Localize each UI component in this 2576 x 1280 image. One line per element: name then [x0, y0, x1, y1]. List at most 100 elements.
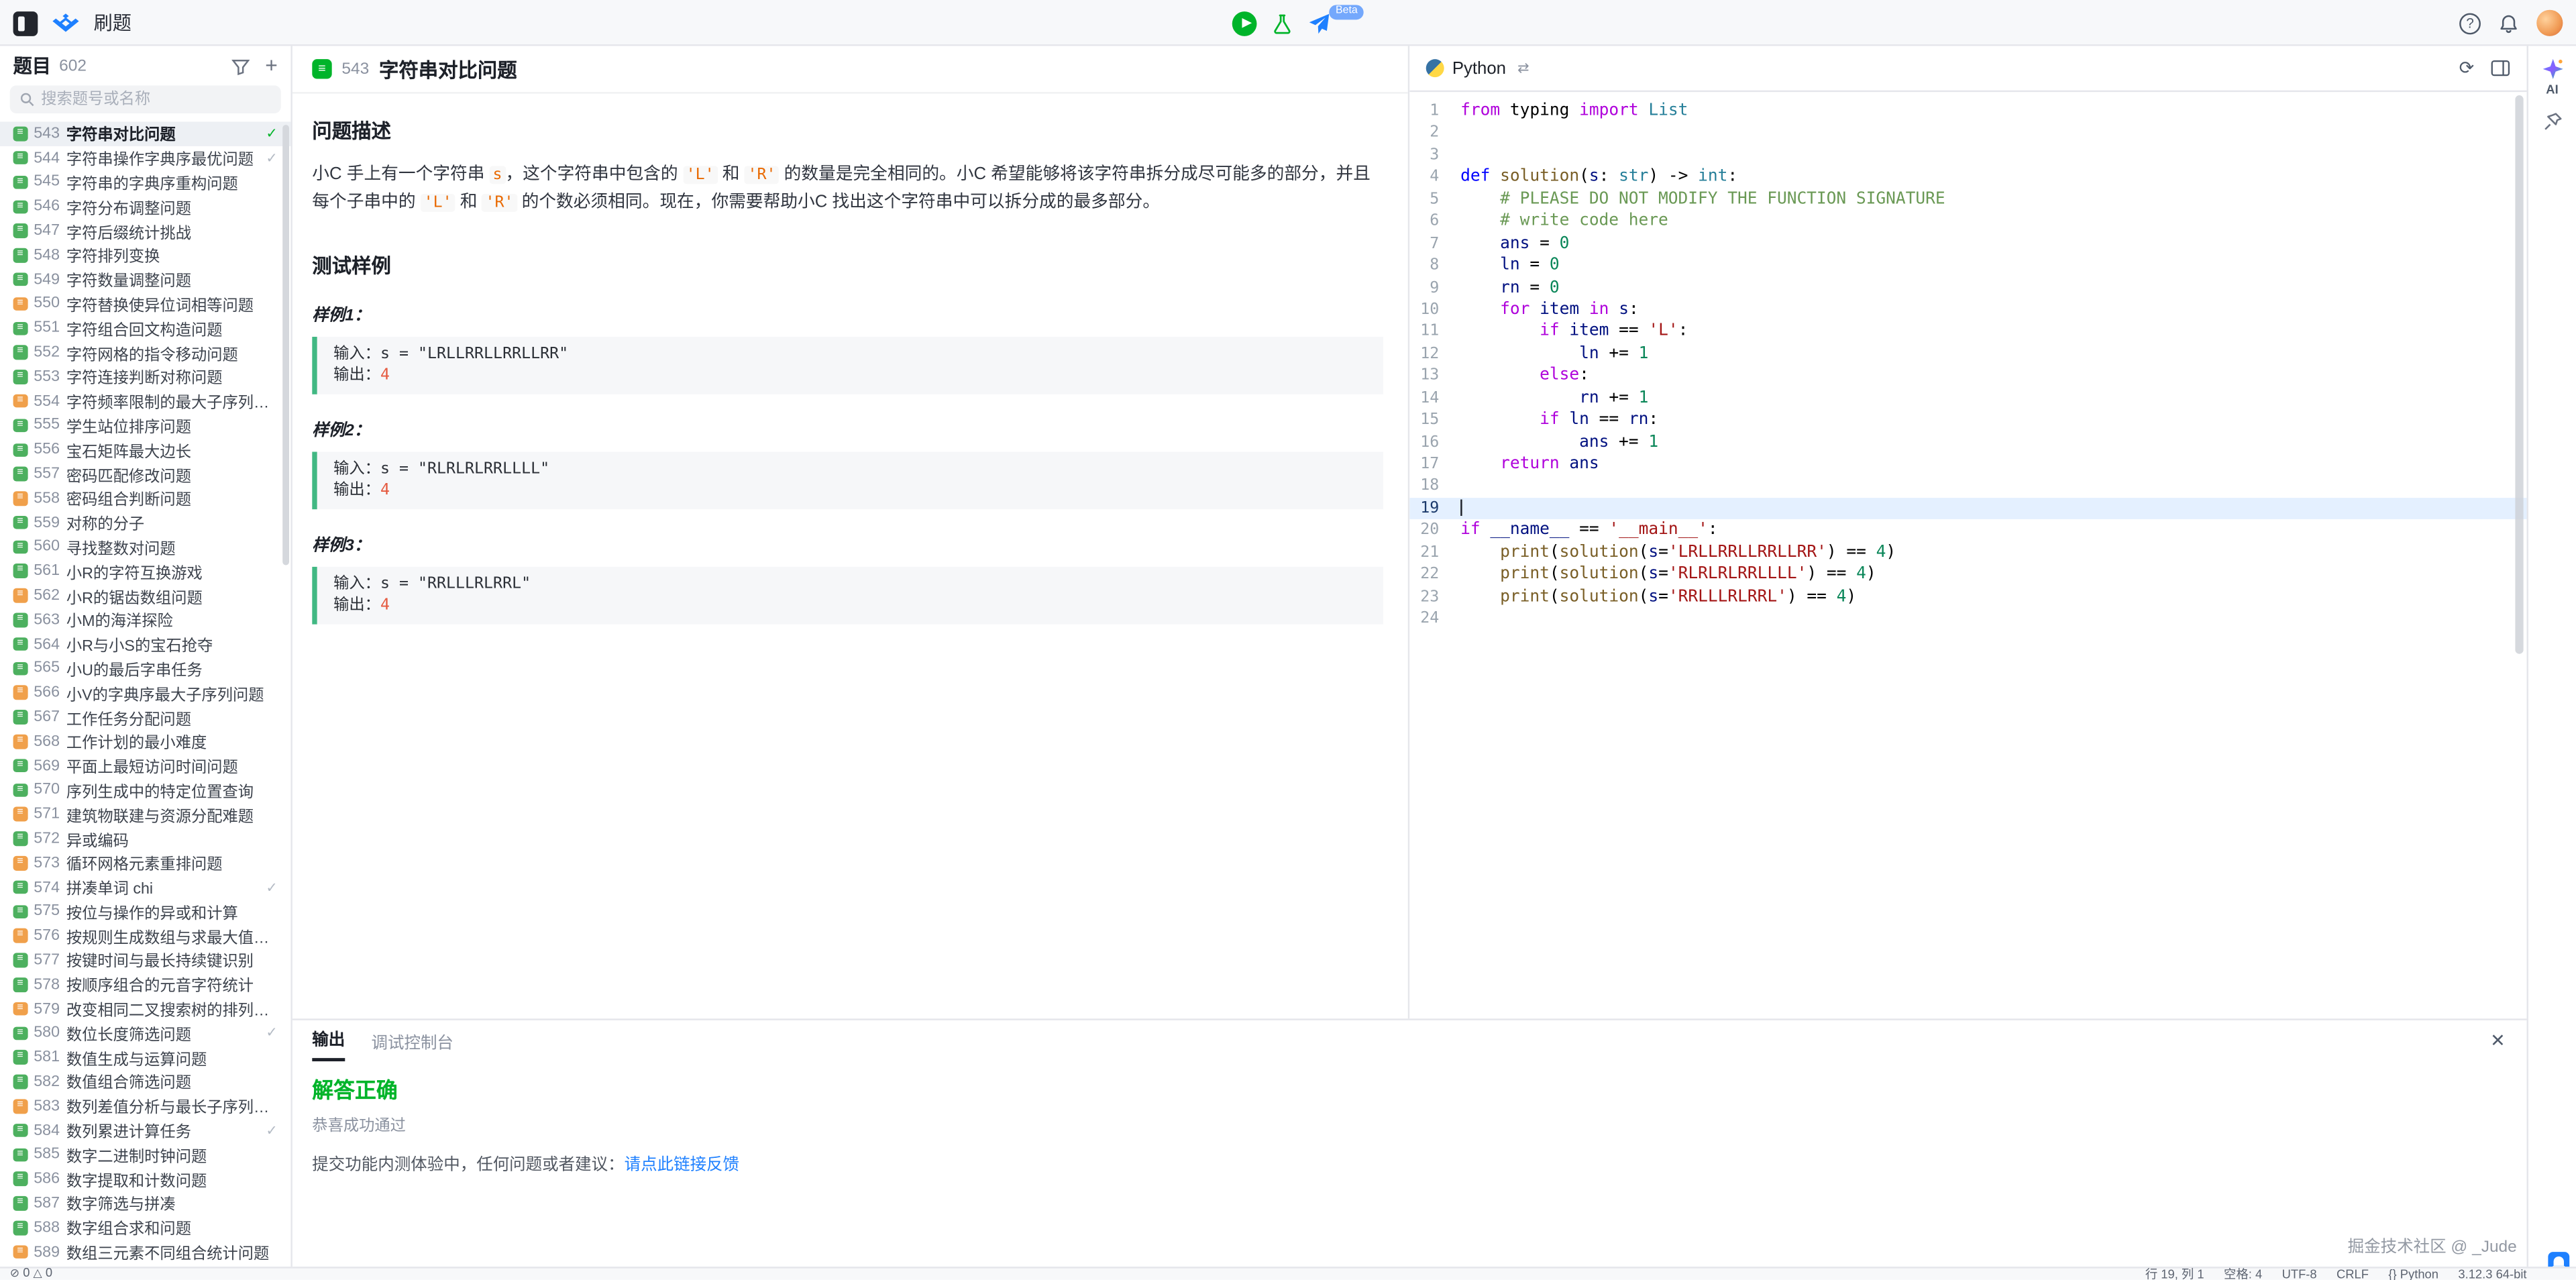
list-item-565[interactable]: ≡565小U的最后字串任务 [0, 656, 290, 680]
code-line-16[interactable]: 16 ans += 1 [1409, 431, 2526, 454]
filter-icon[interactable] [232, 56, 250, 74]
code-line-10[interactable]: 10 for item in s: [1409, 299, 2526, 321]
tab-output[interactable]: 输出 [312, 1018, 345, 1061]
help-icon[interactable]: ? [2459, 12, 2481, 34]
list-item-576[interactable]: ≡576按规则生成数组与求最大值问题 [0, 924, 290, 948]
list-item-545[interactable]: ≡545字符串的字典序重构问题 [0, 170, 290, 195]
add-icon[interactable]: + [265, 58, 278, 74]
code-line-7[interactable]: 7 ans = 0 [1409, 233, 2526, 255]
language-mode[interactable]: {} Python [2388, 1267, 2438, 1280]
code-line-1[interactable]: 1from typing import List [1409, 100, 2526, 122]
cursor-position[interactable]: 行 19, 列 1 [2145, 1267, 2204, 1280]
list-item-569[interactable]: ≡569平面上最短访问时间问题 [0, 753, 290, 778]
list-item-577[interactable]: ≡577按键时间与最长持续键识别 [0, 948, 290, 972]
problems-indicator[interactable]: ⊘ 0 △ 0 [10, 1267, 52, 1280]
code-line-19[interactable]: 19 [1409, 498, 2526, 520]
list-item-589[interactable]: ≡589数组三元素不同组合统计问题 [0, 1240, 290, 1264]
code-line-23[interactable]: 23 print(solution(s='RRLLLRLRRL') == 4) [1409, 586, 2526, 608]
list-item-568[interactable]: ≡568工作计划的最小难度 [0, 729, 290, 753]
list-item-572[interactable]: ≡572异或编码 [0, 826, 290, 851]
code-line-3[interactable]: 3 [1409, 144, 2526, 166]
list-item-544[interactable]: ≡544字符串操作字典序最优问题✓ [0, 146, 290, 170]
list-item-571[interactable]: ≡571建筑物联建与资源分配难题 [0, 802, 290, 826]
list-item-555[interactable]: ≡555学生站位排序问题 [0, 413, 290, 437]
list-item-557[interactable]: ≡557密码匹配修改问题 [0, 462, 290, 486]
indent-setting[interactable]: 空格: 4 [2224, 1267, 2262, 1280]
list-item-562[interactable]: ≡562小R的锯齿数组问题 [0, 584, 290, 608]
code-line-4[interactable]: 4def solution(s: str) -> int: [1409, 166, 2526, 189]
language-tab[interactable]: Python [1452, 58, 1506, 78]
list-item-579[interactable]: ≡579改变相同二叉搜索树的排列方案数 [0, 997, 290, 1021]
list-item-583[interactable]: ≡583数列差值分析与最长子序列问题 [0, 1094, 290, 1118]
list-item-548[interactable]: ≡548字符排列变换 [0, 243, 290, 267]
code-line-20[interactable]: 20if __name__ == '__main__': [1409, 520, 2526, 542]
list-item-553[interactable]: ≡553字符连接判断对称问题 [0, 365, 290, 389]
code-line-18[interactable]: 18 [1409, 476, 2526, 498]
feedback-link[interactable]: 请点此链接反馈 [625, 1157, 739, 1175]
code-line-17[interactable]: 17 return ans [1409, 454, 2526, 476]
list-item-560[interactable]: ≡560寻找整数对问题 [0, 535, 290, 559]
code-line-15[interactable]: 15 if ln == rn: [1409, 409, 2526, 431]
list-item-588[interactable]: ≡588数字组合求和问题 [0, 1216, 290, 1240]
list-item-546[interactable]: ≡546字符分布调整问题 [0, 195, 290, 219]
list-item-587[interactable]: ≡587数字筛选与拼凑 [0, 1191, 290, 1216]
list-item-561[interactable]: ≡561小R的字符互换游戏 [0, 559, 290, 583]
editor-scrollbar[interactable] [2515, 95, 2523, 654]
tab-debug-console[interactable]: 调试控制台 [371, 1022, 453, 1061]
code-line-21[interactable]: 21 print(solution(s='LRLLRRLLRRLLRR') ==… [1409, 542, 2526, 564]
search-box[interactable] [10, 85, 281, 113]
list-item-584[interactable]: ≡584数列累进计算任务✓ [0, 1118, 290, 1142]
flask-icon[interactable] [1272, 12, 1293, 34]
list-item-585[interactable]: ≡585数字二进制时钟问题 [0, 1142, 290, 1167]
close-icon[interactable]: ✕ [2490, 1030, 2506, 1052]
list-item-566[interactable]: ≡566小V的字典序最大子序列问题 [0, 681, 290, 705]
list-item-581[interactable]: ≡581数值生成与运算问题 [0, 1045, 290, 1069]
list-item-580[interactable]: ≡580数位长度筛选问题✓ [0, 1021, 290, 1045]
list-item-575[interactable]: ≡575按位与操作的异或和计算 [0, 900, 290, 924]
code-line-8[interactable]: 8 ln = 0 [1409, 255, 2526, 277]
list-item-554[interactable]: ≡554字符频率限制的最大子序列问题 [0, 389, 290, 413]
code-line-22[interactable]: 22 print(solution(s='RLRLRLRRLLLL') == 4… [1409, 564, 2526, 586]
list-item-559[interactable]: ≡559对称的分子 [0, 511, 290, 535]
search-input[interactable] [41, 91, 271, 109]
list-item-549[interactable]: ≡549字符数量调整问题 [0, 268, 290, 292]
list-item-556[interactable]: ≡556宝石矩阵最大边长 [0, 437, 290, 462]
list-item-543[interactable]: ≡543字符串对比问题✓ [0, 121, 290, 146]
code-line-2[interactable]: 2 [1409, 122, 2526, 144]
list-item-567[interactable]: ≡567工作任务分配问题 [0, 705, 290, 729]
eol-setting[interactable]: CRLF [2337, 1267, 2369, 1280]
list-item-573[interactable]: ≡573循环网格元素重排问题 [0, 851, 290, 875]
run-button[interactable] [1232, 11, 1257, 36]
pin-icon[interactable] [2542, 112, 2562, 131]
reset-code-icon[interactable]: ⟳ [2459, 58, 2475, 79]
sidebar-scrollbar[interactable] [282, 125, 289, 565]
list-item-547[interactable]: ≡547字符后缀统计挑战 [0, 219, 290, 243]
juejin-logo-icon[interactable] [52, 12, 78, 34]
list-item-558[interactable]: ≡558密码组合判断问题 [0, 486, 290, 511]
list-item-552[interactable]: ≡552字符网格的指令移动问题 [0, 340, 290, 364]
avatar[interactable] [2536, 10, 2563, 36]
code-line-24[interactable]: 24 [1409, 608, 2526, 630]
list-item-582[interactable]: ≡582数值组合筛选问题 [0, 1069, 290, 1094]
submit-plane-icon[interactable] [1307, 12, 1330, 34]
list-item-586[interactable]: ≡586数字提取和计数问题 [0, 1167, 290, 1191]
list-item-570[interactable]: ≡570序列生成中的特定位置查询 [0, 778, 290, 802]
code-line-9[interactable]: 9 rn = 0 [1409, 277, 2526, 299]
runtime-version[interactable]: 3.12.3 64-bit [2458, 1267, 2526, 1280]
bell-icon[interactable] [2499, 12, 2518, 34]
encoding[interactable]: UTF-8 [2282, 1267, 2317, 1280]
list-item-563[interactable]: ≡563小M的海洋探险 [0, 608, 290, 632]
list-item-578[interactable]: ≡578按顺序组合的元音字符统计 [0, 973, 290, 997]
code-line-12[interactable]: 12 ln += 1 [1409, 343, 2526, 365]
language-switch-icon[interactable]: ⇄ [1517, 59, 1529, 77]
list-item-551[interactable]: ≡551字符组合回文构造问题 [0, 316, 290, 340]
code-line-11[interactable]: 11 if item == 'L': [1409, 321, 2526, 343]
code-line-6[interactable]: 6 # write code here [1409, 211, 2526, 233]
code-line-5[interactable]: 5 # PLEASE DO NOT MODIFY THE FUNCTION SI… [1409, 189, 2526, 211]
list-item-550[interactable]: ≡550字符替换使异位词相等问题 [0, 292, 290, 316]
code-line-13[interactable]: 13 else: [1409, 365, 2526, 387]
sidebar-toggle-icon[interactable] [13, 11, 38, 36]
list-item-564[interactable]: ≡564小R与小S的宝石抢夺 [0, 632, 290, 656]
ai-assistant-button[interactable]: AI [2540, 58, 2563, 97]
code-line-14[interactable]: 14 rn += 1 [1409, 387, 2526, 409]
